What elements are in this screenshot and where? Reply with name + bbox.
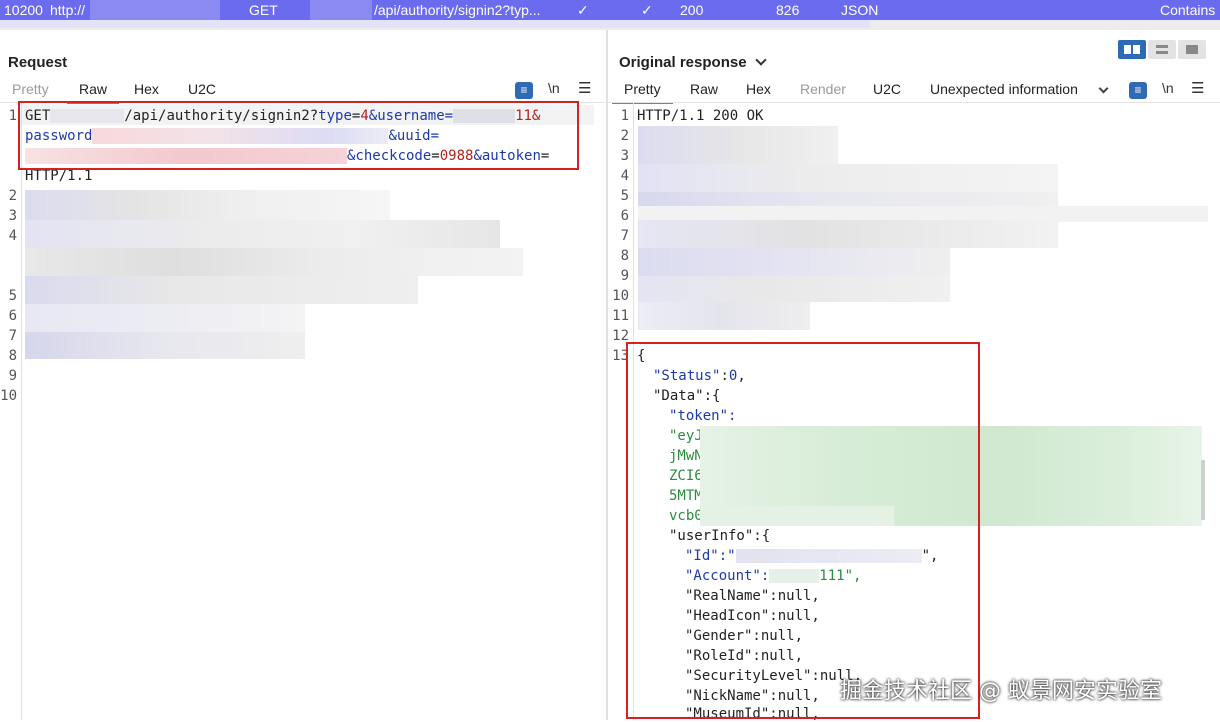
- tab-unexpected-information[interactable]: Unexpected information: [930, 81, 1078, 97]
- line-number: 6: [620, 208, 629, 224]
- single-view-icon[interactable]: [1178, 40, 1206, 59]
- request-title: Request: [8, 54, 68, 71]
- request-line-1d: HTTP/1.1: [25, 168, 93, 184]
- tab-pretty[interactable]: Pretty: [612, 81, 673, 104]
- row-length: 826: [776, 2, 800, 18]
- menu-icon[interactable]: ☰: [578, 79, 591, 97]
- redacted-header: [25, 304, 305, 332]
- tab-hex[interactable]: Hex: [746, 81, 771, 97]
- row-id: 10200: [4, 2, 43, 18]
- request-tabs: Pretty Raw Hex U2C ≡ \n ☰: [0, 78, 606, 104]
- row-method: GET: [249, 2, 278, 18]
- line-number: 10: [612, 288, 629, 304]
- line-number: 11: [612, 308, 629, 324]
- menu-icon[interactable]: ☰: [1191, 79, 1204, 97]
- line-number: 2: [620, 128, 629, 144]
- redacted-header: [638, 164, 1058, 192]
- line-number: 1: [8, 108, 17, 124]
- response-status-line: HTTP/1.1 200 OK: [637, 108, 764, 124]
- line-number: 5: [620, 188, 629, 204]
- row-check-2: ✓: [641, 2, 653, 18]
- chevron-down-icon: [754, 54, 767, 66]
- wrap-lines-icon[interactable]: ≡: [1129, 82, 1147, 99]
- line-number: 10: [0, 388, 17, 404]
- line-number: 1: [620, 108, 629, 124]
- layout-switcher: [1118, 40, 1208, 59]
- highlight-box-request: [18, 101, 579, 170]
- row-url: /api/authority/signin2?typ...: [374, 2, 541, 18]
- tab-pretty[interactable]: Pretty: [12, 81, 49, 97]
- history-row-selected[interactable]: 10200 http:// GET /api/authority/signin2…: [0, 0, 1220, 20]
- line-number: 9: [8, 368, 17, 384]
- line-number: 7: [620, 228, 629, 244]
- request-pane: Request Pretty Raw Hex U2C ≡ \n ☰ 1 2 3 …: [0, 30, 606, 720]
- redacted-header: [638, 220, 1058, 248]
- tab-u2c[interactable]: U2C: [873, 81, 901, 97]
- tab-render[interactable]: Render: [800, 81, 846, 97]
- watermark: 掘金技术社区 @ 蚁景网安实验室: [840, 679, 1162, 704]
- row-status: 200: [680, 2, 704, 18]
- redacted-header: [638, 276, 950, 302]
- split-horizontal-icon[interactable]: [1118, 40, 1146, 59]
- row-mime: JSON: [841, 2, 879, 18]
- row-check-1: ✓: [577, 2, 589, 18]
- response-tabs: Pretty Raw Hex Render U2C Unexpected inf…: [608, 78, 1220, 104]
- redacted-header: [638, 302, 810, 330]
- response-title[interactable]: Original response: [619, 54, 767, 71]
- highlight-box-response: [626, 342, 980, 719]
- line-number-gutter: 1 2 3 4 5 6 7 8 9 10: [0, 103, 22, 720]
- line-number: 3: [620, 148, 629, 164]
- newline-toggle[interactable]: \n: [548, 80, 560, 96]
- tab-u2c[interactable]: U2C: [188, 81, 216, 97]
- response-title-label: Original response: [619, 54, 747, 71]
- redacted-header: [25, 276, 418, 304]
- redacted-header: [638, 248, 950, 276]
- response-scrollbar[interactable]: [1201, 460, 1205, 520]
- redacted-host: [90, 0, 220, 20]
- redacted-header: [25, 190, 390, 220]
- redacted-header: [25, 248, 523, 276]
- line-number: 4: [8, 228, 17, 244]
- line-number: 8: [8, 348, 17, 364]
- line-number: 4: [620, 168, 629, 184]
- wrap-lines-icon[interactable]: ≡: [515, 82, 533, 99]
- line-number: 9: [620, 268, 629, 284]
- response-pane: Original response Pretty Raw Hex Render …: [608, 30, 1220, 722]
- history-scrollbar[interactable]: [0, 20, 1220, 30]
- chevron-down-icon[interactable]: [1098, 83, 1109, 94]
- line-number: 5: [8, 288, 17, 304]
- line-number: 3: [8, 208, 17, 224]
- tab-raw[interactable]: Raw: [66, 81, 120, 104]
- tab-hex[interactable]: Hex: [134, 81, 159, 97]
- redacted-header: [25, 332, 305, 359]
- line-number: 2: [8, 188, 17, 204]
- redacted-host-2: [310, 0, 372, 20]
- redacted-header: [638, 126, 838, 164]
- tab-raw[interactable]: Raw: [690, 81, 718, 97]
- line-number: 8: [620, 248, 629, 264]
- newline-toggle[interactable]: \n: [1162, 80, 1174, 96]
- split-vertical-icon[interactable]: [1148, 40, 1176, 59]
- row-host: http://: [50, 2, 86, 18]
- line-number: 7: [8, 328, 17, 344]
- row-contains: Contains: [1160, 2, 1216, 18]
- redacted-header: [25, 220, 500, 248]
- line-number: 6: [8, 308, 17, 324]
